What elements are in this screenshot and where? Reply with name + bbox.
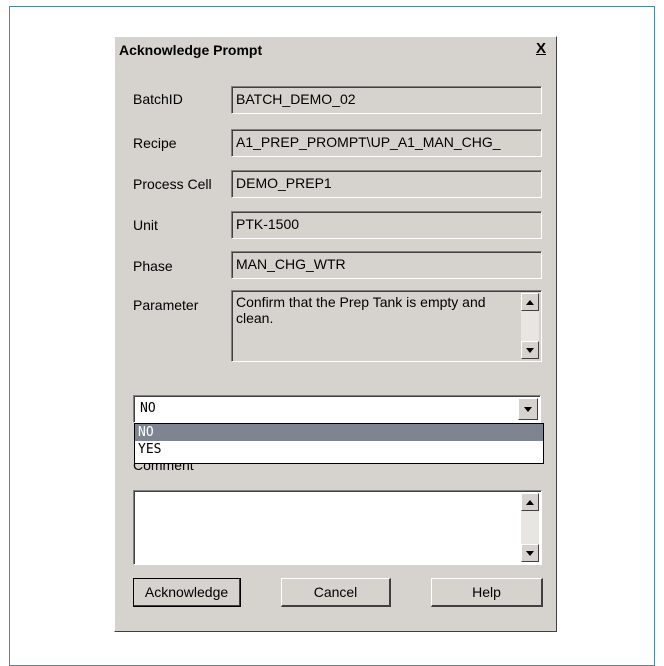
arrow-down-icon[interactable] [521,341,539,359]
parameter-scrollbar[interactable] [521,293,539,359]
acknowledge-button[interactable]: Acknowledge [133,578,241,607]
batchid-label: BatchID [133,91,183,107]
batchid-field: BATCH_DEMO_02 [231,86,542,114]
process-cell-label: Process Cell [133,176,212,192]
close-icon[interactable]: X [532,40,550,58]
response-dropdown-list: NO YES [134,423,544,464]
acknowledge-dialog: Acknowledge Prompt X BatchID BATCH_DEMO_… [114,36,557,632]
arrow-up-icon[interactable] [521,493,539,511]
comment-textarea[interactable] [133,490,542,565]
parameter-label: Parameter [133,297,199,313]
arrow-down-icon[interactable] [521,544,539,562]
recipe-field: A1_PREP_PROMPT\UP_A1_MAN_CHG_ [231,129,542,157]
recipe-label: Recipe [133,135,177,151]
unit-field: PTK-1500 [231,211,542,239]
comment-scrollbar[interactable] [521,493,539,562]
help-button[interactable]: Help [431,578,543,607]
phase-field: MAN_CHG_WTR [231,251,542,279]
process-cell-field: DEMO_PREP1 [231,170,542,198]
parameter-textarea: Confirm that the Prep Tank is empty and … [231,290,542,362]
arrow-up-icon[interactable] [521,293,539,311]
parameter-text: Confirm that the Prep Tank is empty and … [236,294,486,326]
unit-label: Unit [133,217,158,233]
phase-label: Phase [133,258,173,274]
response-select[interactable]: NO [133,395,541,423]
option-no[interactable]: NO [135,424,543,441]
chevron-down-icon[interactable] [518,398,538,420]
cancel-button[interactable]: Cancel [281,578,391,607]
dialog-title: Acknowledge Prompt [119,42,263,58]
response-selected-value: NO [140,401,156,416]
option-yes[interactable]: YES [135,441,543,458]
title-bar: Acknowledge Prompt X [115,37,556,63]
